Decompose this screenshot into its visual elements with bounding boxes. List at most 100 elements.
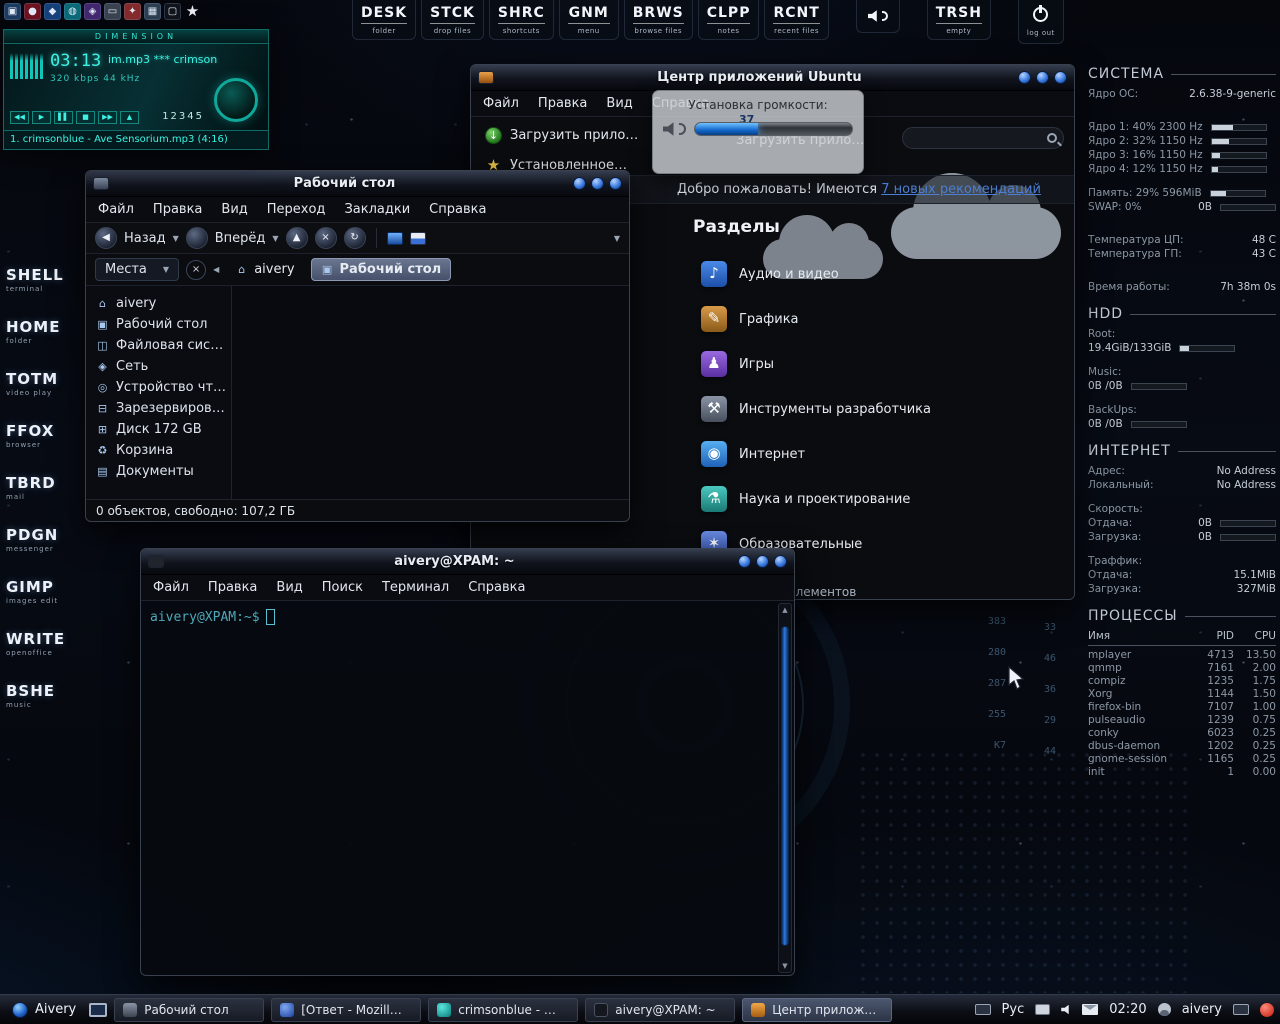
up-button[interactable]: ▲ [285,227,308,249]
back-icon[interactable]: ◀ [95,227,117,249]
clear-location-button[interactable]: × [186,259,207,280]
places-dropdown[interactable]: Места ▼ [95,258,180,281]
task-mozilla[interactable]: [Ответ - Mozill… [271,997,422,1022]
forward-button[interactable]: Вперёд [215,231,266,246]
purple-app-icon[interactable]: ◈ [84,3,101,20]
monitor-app-icon[interactable]: ▢ [164,3,181,20]
task-player[interactable]: crimsonblue - … [428,997,579,1022]
menu-terminal[interactable]: Терминал [382,580,449,595]
recommendations-link[interactable]: 7 новых рекомендаций [881,182,1041,197]
search-box[interactable] [902,127,1064,149]
notification-icon[interactable] [1260,1002,1274,1017]
menu-go[interactable]: Переход [267,202,326,217]
place-filesystem[interactable]: ◫ Файловая сис… [86,335,231,356]
breadcrumb-desktop[interactable]: ▣ Рабочий стол [310,258,452,281]
window-app-icon[interactable]: ▣ [4,3,21,20]
star-icon[interactable]: ★ [184,3,201,20]
back-button[interactable]: Назад [124,231,166,246]
menu-bookmarks[interactable]: Закладки [344,202,410,217]
menu-view[interactable]: Вид [221,202,247,217]
playlist-entry[interactable]: 1. crimsonblue - Ave Sensorium.mp3 (4:16… [3,130,269,150]
blue-app-icon[interactable]: ◆ [44,3,61,20]
launcher-banshee[interactable]: BSHE music [6,682,65,709]
scrollbar[interactable]: ▲ ▼ [778,603,792,973]
search-input[interactable] [909,131,1047,145]
dock-item-rcnt[interactable]: RCNT recent files [764,0,829,40]
menu-help[interactable]: Справка [429,202,486,217]
close-button[interactable] [774,555,787,568]
close-button[interactable] [609,177,622,190]
category-games[interactable]: ♟ Игры [701,351,774,377]
menu-edit[interactable]: Правка [153,202,202,217]
category-graphics[interactable]: ✎ Графика [701,306,799,332]
place-optical-drive[interactable]: ◎ Устройство чт… [86,377,231,398]
scroll-down-icon[interactable]: ▼ [779,960,791,972]
keyboard-app-icon[interactable]: ▭ [104,3,121,20]
language-indicator[interactable]: Рус [1002,1002,1025,1017]
launcher-firefox[interactable]: FFOX browser [6,422,65,449]
back-history-dropdown[interactable]: ▼ [173,234,179,243]
titlebar[interactable]: aivery@XPAM: ~ [141,549,794,575]
volume-tray-icon[interactable] [1061,1004,1071,1015]
forward-history-dropdown[interactable]: ▼ [272,234,278,243]
file-view[interactable] [232,286,629,499]
task-terminal[interactable]: aivery@XPAM: ~ [585,997,736,1022]
minimize-button[interactable] [1018,71,1031,84]
eject-button[interactable]: ▲ [120,111,139,124]
menu-edit[interactable]: Правка [208,580,257,595]
launcher-gimp[interactable]: GIMP images edit [6,578,65,605]
dock-item-shrc[interactable]: SHRC shortcuts [488,0,554,40]
input-method-icon[interactable] [1233,1004,1249,1015]
keyboard-layout-icon[interactable] [974,1004,991,1015]
maximize-button[interactable] [1036,71,1049,84]
toolbar-overflow-dropdown[interactable]: ▼ [614,234,620,243]
mail-icon[interactable] [1082,1004,1099,1015]
dock-logout-button[interactable]: log out [1017,0,1064,44]
scroll-left-icon[interactable]: ◀ [213,265,219,274]
place-home[interactable]: ⌂ aivery [86,293,231,314]
category-audio-video[interactable]: ♪ Аудио и видео [701,261,839,287]
menu-view[interactable]: Вид [276,580,302,595]
menu-edit[interactable]: Правка [538,96,587,111]
dock-item-stck[interactable]: STCK drop files [421,0,484,40]
stop-button[interactable]: ■ [76,111,95,124]
dock-item-desk[interactable]: DESK folder [352,0,417,40]
place-documents[interactable]: ▤ Документы [86,461,231,482]
reload-button[interactable]: ↻ [343,227,366,249]
pause-button[interactable]: ▌▌ [54,111,73,124]
play-button[interactable]: ▶ [32,111,51,124]
titlebar[interactable]: Рабочий стол [86,171,629,197]
place-trash[interactable]: ♻ Корзина [86,440,231,461]
volume-slider[interactable] [694,122,853,136]
prev-button[interactable]: ◀◀ [10,111,29,124]
menu-search[interactable]: Поиск [322,580,363,595]
menu-view[interactable]: Вид [606,96,632,111]
category-developer-tools[interactable]: ⚒ Инструменты разработчика [701,396,931,422]
player-volume-knob[interactable] [214,78,258,122]
place-reserved[interactable]: ⊟ Зарезервиров… [86,398,231,419]
launcher-totem[interactable]: TOTM video play [6,370,65,397]
titlebar[interactable]: Центр приложений Ubuntu [471,65,1074,91]
main-menu-button[interactable]: Aivery [6,1000,82,1020]
scrollbar-thumb[interactable] [781,626,789,946]
show-desktop-icon[interactable] [89,1002,108,1017]
task-desktop[interactable]: Рабочий стол [114,997,265,1022]
menu-file[interactable]: Файл [153,580,189,595]
place-disk-172gb[interactable]: ⊞ Диск 172 GB [86,419,231,440]
breadcrumb-home[interactable]: ⌂ aivery [226,259,303,280]
place-network[interactable]: ◈ Сеть [86,356,231,377]
launcher-pidgin[interactable]: PDGN messenger [6,526,65,553]
dock-item-gnm[interactable]: GNM menu [558,0,619,40]
player-titlebar[interactable]: DIMENSION [3,29,269,44]
launcher-shell[interactable]: SHELL terminal [6,266,65,293]
maximize-button[interactable] [591,177,604,190]
red-badge-icon[interactable]: ✦ [124,3,141,20]
dock-item-clpp[interactable]: CLPP notes [697,0,760,40]
stop-button[interactable]: × [314,227,337,249]
terminal-content[interactable]: aivery@XPAM:~$ ▲ ▼ [141,601,794,975]
dock-volume-button[interactable] [855,0,900,33]
grid-app-icon[interactable]: ▦ [144,3,161,20]
menu-help[interactable]: Справка [468,580,525,595]
printer-icon[interactable] [1035,1004,1051,1015]
cyan-orb-icon[interactable]: ◍ [64,3,81,20]
